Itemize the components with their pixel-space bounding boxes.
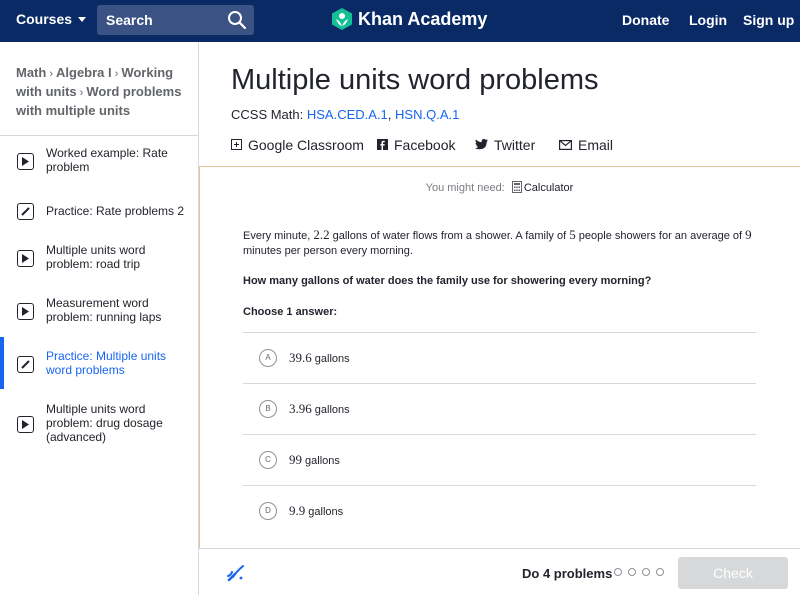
question-prompt: How many gallons of water does the famil…: [243, 275, 652, 287]
sidebar-item-label: Measurement word problem: running laps: [46, 296, 162, 324]
play-icon: [17, 250, 34, 267]
progress-label: Do 4 problems: [522, 566, 613, 581]
chevron-down-icon: [78, 16, 87, 22]
sidebar-item-label: Multiple units word problem: drug dosage…: [46, 402, 163, 444]
choice-unit: gallons: [311, 404, 350, 416]
breadcrumb-math[interactable]: Math: [16, 65, 46, 80]
tools-needed: You might need: Calculator: [199, 181, 800, 196]
scratchpad-icon[interactable]: [226, 563, 246, 588]
chevron-right-icon: ›: [79, 87, 84, 99]
question-number: 9: [745, 227, 752, 242]
ccss-link-hsa[interactable]: HSA.CED.A.1: [307, 107, 388, 122]
choice-value: 3.96: [289, 401, 312, 416]
question-text-part: Every minute,: [243, 230, 314, 242]
question-number: 2.2: [313, 227, 330, 242]
question-text-part: gallons of water flows from a shower. A …: [329, 230, 570, 242]
choice-unit: gallons: [311, 353, 350, 365]
signup-link[interactable]: Sign up: [743, 12, 794, 28]
page-title: Multiple units word problems: [231, 64, 599, 96]
pencil-icon: [17, 203, 34, 220]
search-placeholder: Search: [106, 12, 153, 28]
chevron-right-icon: ›: [114, 68, 119, 80]
choice-d[interactable]: D 9.9 gallons: [243, 485, 756, 536]
active-indicator: [0, 337, 4, 389]
choice-text: 99 gallons: [289, 452, 340, 468]
choice-b[interactable]: B 3.96 gallons: [243, 383, 756, 434]
ccss-label: CCSS Math:: [231, 107, 304, 122]
top-navbar: Courses Search Khan Academy Donate Login…: [0, 0, 800, 42]
search-icon[interactable]: [227, 10, 247, 30]
ccss-standards: CCSS Math: HSA.CED.A.1, HSN.Q.A.1: [231, 107, 460, 122]
choice-a[interactable]: A 39.6 gallons: [243, 332, 756, 383]
choice-unit: gallons: [305, 506, 344, 518]
choice-text: 9.9 gallons: [289, 503, 343, 519]
donate-link[interactable]: Donate: [622, 12, 669, 28]
google-classroom-icon: [231, 137, 242, 153]
choice-letter: A: [259, 349, 277, 367]
search-input[interactable]: Search: [97, 5, 254, 35]
progress-dot: [656, 568, 664, 576]
choice-text: 3.96 gallons: [289, 401, 350, 417]
logo-text: Khan Academy: [358, 8, 488, 29]
courses-label: Courses: [16, 11, 73, 27]
check-button[interactable]: Check: [678, 557, 788, 589]
choice-value: 39.6: [289, 350, 312, 365]
facebook-share-button[interactable]: Facebook: [377, 137, 455, 153]
twitter-label: Twitter: [494, 137, 536, 153]
choice-value: 9.9: [289, 503, 306, 518]
choice-c[interactable]: C 99 gallons: [243, 434, 756, 485]
pencil-icon: [17, 356, 34, 373]
leaf-logo-icon: [332, 8, 352, 30]
choice-letter: B: [259, 400, 277, 418]
email-share-button[interactable]: Email: [559, 137, 613, 153]
exercise-footer: Do 4 problems Check: [199, 548, 800, 595]
sidebar-item-label: Multiple units word problem: road trip: [46, 243, 146, 271]
progress-dot: [642, 568, 650, 576]
khan-academy-logo[interactable]: Khan Academy: [332, 8, 487, 30]
choose-answer-label: Choose 1 answer:: [243, 306, 338, 318]
sidebar-divider: [0, 135, 199, 136]
progress-dot: [628, 568, 636, 576]
courses-menu-button[interactable]: Courses: [16, 11, 87, 27]
choice-letter: D: [259, 502, 277, 520]
breadcrumb-algebra[interactable]: Algebra I: [56, 65, 112, 80]
facebook-label: Facebook: [394, 137, 456, 153]
login-link[interactable]: Login: [689, 12, 727, 28]
tools-needed-label: You might need:: [425, 182, 505, 194]
progress-dot: [614, 568, 622, 576]
chevron-right-icon: ›: [49, 68, 54, 80]
choice-unit: gallons: [302, 455, 340, 467]
sidebar-item-label: Worked example: Rate problem: [46, 146, 168, 174]
choice-letter: C: [259, 451, 277, 469]
progress-dots: [614, 568, 670, 576]
calculator-link[interactable]: Calculator: [524, 182, 574, 194]
google-classroom-label: Google Classroom: [248, 137, 364, 153]
calculator-icon[interactable]: [511, 181, 522, 196]
sidebar: Math › Algebra I › Working with units › Word p…: [0, 42, 199, 595]
email-label: Email: [578, 137, 614, 153]
breadcrumb: Math › Algebra I › Working with units › Word p…: [16, 64, 186, 120]
question-text-part: minutes per person every morning.: [243, 245, 413, 257]
twitter-share-button[interactable]: Twitter: [475, 137, 535, 153]
google-classroom-button[interactable]: Google Classroom: [231, 137, 364, 153]
play-icon: [17, 416, 34, 433]
facebook-icon: [377, 137, 388, 153]
question-text: Every minute, 2.2 gallons of water flows…: [243, 227, 758, 259]
email-icon: [559, 137, 573, 153]
play-icon: [17, 303, 34, 320]
ccss-link-hsn[interactable]: HSN.Q.A.1: [395, 107, 459, 122]
choice-value: 99: [289, 452, 302, 467]
answer-choices: A 39.6 gallons B 3.96 gallons C 99 gallo…: [243, 332, 756, 536]
choice-text: 39.6 gallons: [289, 350, 350, 366]
sidebar-item-label: Practice: Rate problems 2: [46, 204, 185, 218]
twitter-icon: [475, 137, 488, 153]
sidebar-item-label: Practice: Multiple units word problems: [46, 349, 167, 377]
question-text-part: people showers for an average of: [575, 230, 746, 242]
play-icon: [17, 153, 34, 170]
